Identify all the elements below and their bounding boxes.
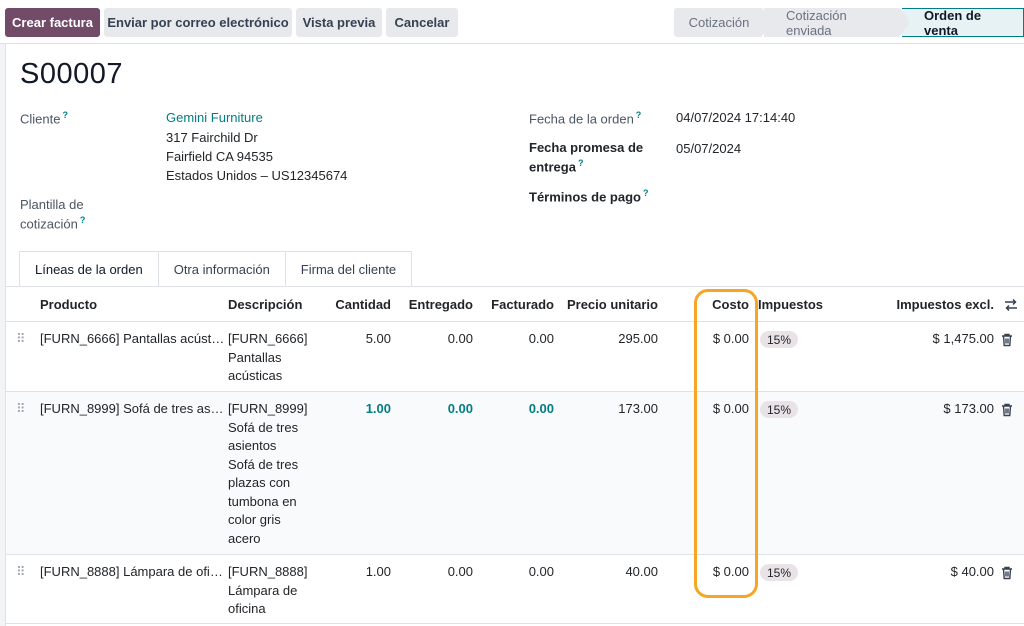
payment-terms-label-text: Términos de pago: [529, 189, 641, 205]
order-date-value[interactable]: 04/07/2024 17:14:40: [676, 110, 795, 125]
tax-badge[interactable]: 15%: [760, 564, 799, 581]
status-bar: Cotización Cotización enviada Orden de v…: [672, 8, 1024, 38]
record-title: S00007: [20, 58, 123, 90]
line-subtotal: $ 1,475.00: [932, 331, 994, 346]
cancel-button[interactable]: Cancelar: [386, 8, 458, 37]
line-description-3[interactable]: acústicas: [228, 367, 282, 386]
form-sheet: S00007 Cliente? Gemini Furniture 317 Fai…: [5, 44, 1024, 626]
line-quantity[interactable]: 1.00: [326, 400, 391, 419]
column-header-taxes[interactable]: Impuestos: [758, 297, 823, 312]
line-description-1[interactable]: [FURN_8999]: [228, 400, 307, 419]
delivery-label: entrega?: [529, 158, 583, 174]
help-icon[interactable]: ?: [636, 110, 642, 120]
line-quantity[interactable]: 1.00: [326, 563, 391, 582]
help-icon[interactable]: ?: [62, 110, 68, 120]
order-date-label: Fecha de la orden?: [529, 110, 641, 126]
column-header-description[interactable]: Descripción: [228, 297, 302, 312]
line-unit-price[interactable]: 295.00: [562, 330, 658, 349]
send-email-button[interactable]: Enviar por correo electrónico: [104, 8, 292, 37]
line-description-3[interactable]: oficina: [228, 600, 266, 619]
line-description-1[interactable]: [FURN_8888]: [228, 563, 307, 582]
line-delivered[interactable]: 0.00: [401, 330, 473, 349]
create-invoice-button[interactable]: Crear factura: [5, 8, 100, 37]
delivery-label-text: entrega: [529, 159, 576, 175]
trash-icon[interactable]: [1001, 333, 1013, 347]
line-description-2[interactable]: Lámpara de: [228, 582, 297, 601]
column-header-product[interactable]: Producto: [40, 297, 97, 312]
customer-address-line3: Estados Unidos – US12345674: [166, 168, 348, 183]
tab-customer-signature[interactable]: Firma del cliente: [284, 251, 413, 287]
line-invoiced[interactable]: 0.00: [484, 400, 554, 419]
trash-icon[interactable]: [1001, 403, 1013, 417]
line-cost[interactable]: $ 0.00: [696, 330, 749, 349]
line-description-3[interactable]: asientos: [228, 437, 276, 456]
customer-label-text: Cliente: [20, 111, 61, 127]
column-header-unit-price[interactable]: Precio unitario: [562, 297, 658, 312]
help-icon[interactable]: ?: [80, 215, 86, 225]
line-description-4[interactable]: Sofá de tres: [228, 456, 298, 475]
delivery-label-line1: Fecha promesa de: [529, 140, 644, 155]
line-description-7[interactable]: color gris: [228, 511, 281, 530]
trash-icon[interactable]: [1001, 566, 1013, 580]
line-subtotal: $ 173.00: [943, 401, 994, 416]
customer-link[interactable]: Gemini Furniture: [166, 110, 263, 125]
column-header-delivered[interactable]: Entregado: [401, 297, 473, 312]
tab-order-lines[interactable]: Líneas de la orden: [19, 251, 159, 287]
line-product[interactable]: [FURN_6666] Pantallas acúst…: [40, 330, 224, 349]
order-date-label-text: Fecha de la orden: [529, 111, 634, 127]
line-product[interactable]: [FURN_8999] Sofá de tres as…: [40, 400, 224, 419]
customer-label: Cliente?: [20, 110, 68, 126]
column-header-cost[interactable]: Costo: [696, 297, 749, 312]
template-label: cotización?: [20, 215, 85, 231]
line-invoiced[interactable]: 0.00: [484, 563, 554, 582]
column-header-invoiced[interactable]: Facturado: [484, 297, 554, 312]
line-description-1[interactable]: [FURN_6666]: [228, 330, 307, 349]
table-header-divider: [6, 321, 1024, 322]
customer-address-line1: 317 Fairchild Dr: [166, 130, 258, 145]
template-label-text: cotización: [20, 216, 78, 232]
line-cost[interactable]: $ 0.00: [696, 400, 749, 419]
line-description-2[interactable]: Sofá de tres: [228, 419, 298, 438]
template-label-line1: Plantilla de: [20, 197, 84, 212]
status-sales-order[interactable]: Orden de venta: [902, 8, 1024, 38]
tax-badge[interactable]: 15%: [760, 331, 799, 348]
line-description-5[interactable]: plazas con: [228, 474, 290, 493]
tab-other-info[interactable]: Otra información: [157, 251, 286, 287]
payment-terms-label: Términos de pago?: [529, 188, 648, 204]
line-product[interactable]: [FURN_8888] Lámpara de ofi…: [40, 563, 223, 582]
line-delivered[interactable]: 0.00: [401, 563, 473, 582]
line-description-8[interactable]: acero: [228, 530, 261, 549]
column-header-quantity[interactable]: Cantidad: [326, 297, 391, 312]
line-description-6[interactable]: tumbona en: [228, 493, 297, 512]
line-unit-price[interactable]: 40.00: [562, 563, 658, 582]
customer-address-line2: Fairfield CA 94535: [166, 149, 273, 164]
action-bar: Crear factura Enviar por correo electrón…: [0, 0, 1024, 44]
delivery-date-value[interactable]: 05/07/2024: [676, 141, 741, 156]
preview-button[interactable]: Vista previa: [296, 8, 382, 37]
help-icon[interactable]: ?: [578, 158, 584, 168]
status-quotation-sent[interactable]: Cotización enviada: [764, 8, 910, 38]
drag-handle-icon[interactable]: ⠿: [16, 402, 26, 416]
drag-handle-icon[interactable]: ⠿: [16, 565, 26, 579]
line-cost[interactable]: $ 0.00: [696, 563, 749, 582]
column-header-subtotal[interactable]: Impuestos excl.: [876, 297, 994, 312]
line-subtotal: $ 40.00: [950, 564, 994, 579]
line-delivered[interactable]: 0.00: [401, 400, 473, 419]
status-quotation[interactable]: Cotización: [674, 8, 772, 37]
row-divider: [6, 554, 1024, 555]
help-icon[interactable]: ?: [643, 188, 649, 198]
drag-handle-icon[interactable]: ⠿: [16, 332, 26, 346]
tax-badge[interactable]: 15%: [760, 401, 799, 418]
row-divider: [6, 623, 1024, 624]
optional-columns-icon[interactable]: [1004, 298, 1018, 312]
line-quantity[interactable]: 5.00: [326, 330, 391, 349]
line-description-2[interactable]: Pantallas: [228, 349, 281, 368]
line-invoiced[interactable]: 0.00: [484, 330, 554, 349]
tab-divider: [6, 286, 1024, 287]
line-unit-price[interactable]: 173.00: [562, 400, 658, 419]
notebook-tabs: Líneas de la orden Otra información Firm…: [19, 251, 413, 287]
